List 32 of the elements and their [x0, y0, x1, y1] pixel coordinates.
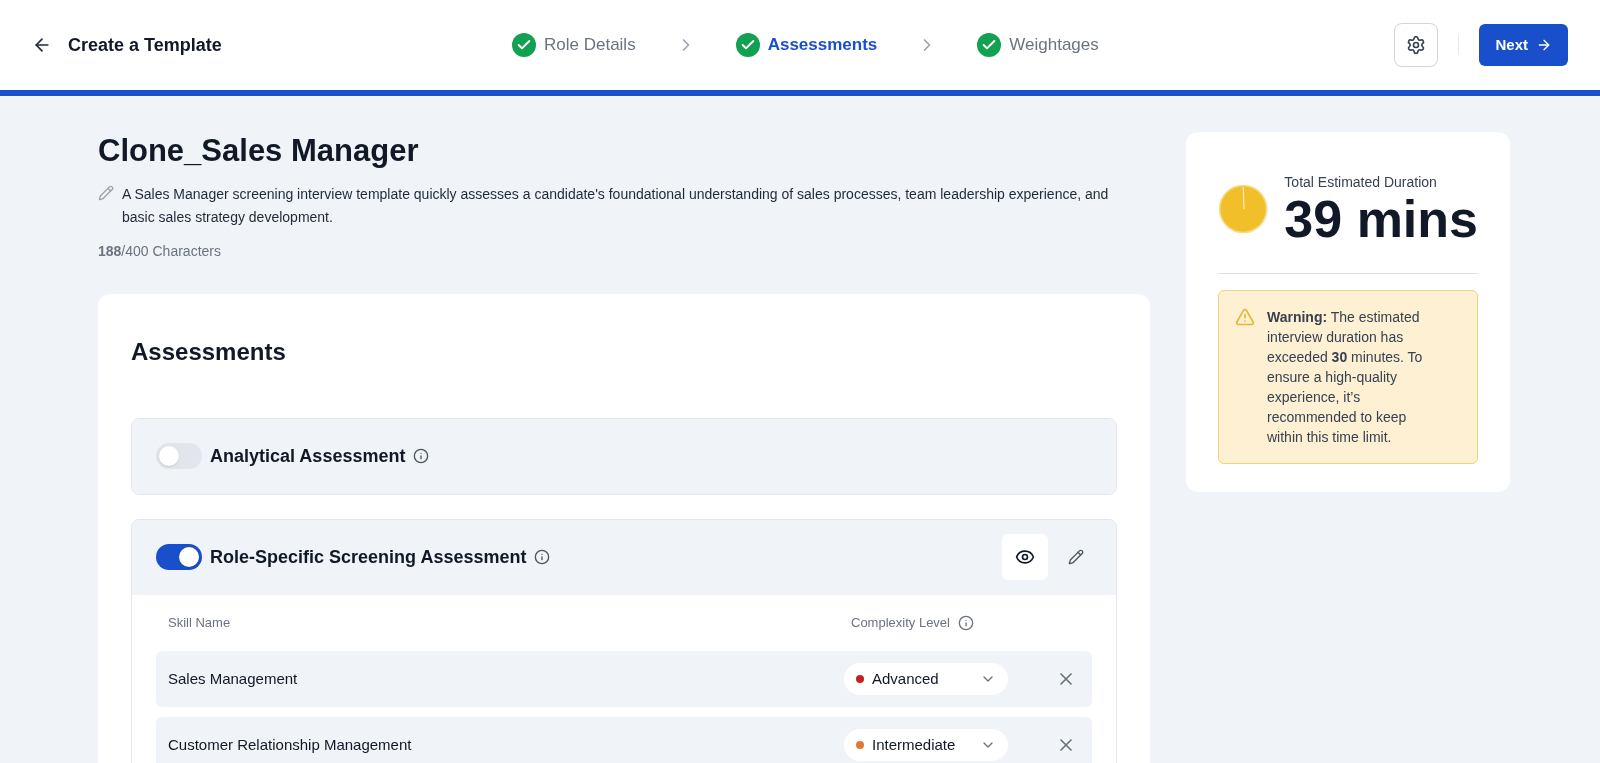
toggle-switch[interactable] [156, 443, 202, 470]
page-title: Create a Template [68, 33, 222, 57]
column-header: Complexity Level [851, 614, 950, 632]
assessment-title: Analytical Assessment [210, 444, 406, 468]
arrow-right-icon [1536, 37, 1552, 53]
section-heading: Assessments [131, 336, 287, 367]
skill-name: Sales Management [168, 668, 299, 689]
edit-icon[interactable] [1068, 549, 1084, 566]
next-button[interactable]: Next [1479, 24, 1568, 66]
complexity-dropdown[interactable]: Advanced [844, 662, 1008, 695]
assessment-title: Role-Specific Screening Assessment [210, 545, 527, 569]
info-icon[interactable] [534, 549, 551, 566]
template-description: A Sales Manager screening interview template quickly assesses a candidate's foundational understanding of sales processes, team leadership experience, and basic sales strategy development. [122, 184, 1110, 227]
template-name: Clone_Sales Manager [98, 132, 420, 170]
character-limit: /400 Characters [121, 242, 221, 259]
skill-name: Customer Relationship Management [168, 734, 413, 755]
toggle-switch[interactable] [156, 544, 202, 571]
column-header: Skill Name [168, 614, 232, 632]
duration-value: 39 mins [1284, 193, 1478, 245]
warning-text: Warning: The estimated interview duration has exceeded 30 minutes. To ensure a high-quality experience, it’s recommended to keep within this time limit. [1267, 308, 1424, 447]
complexity-dropdown[interactable]: Intermediate [844, 728, 1008, 761]
character-count: 188 [98, 242, 122, 259]
settings-icon [1406, 35, 1427, 55]
warning-icon [1235, 307, 1255, 327]
step-tab[interactable]: Role Details [512, 32, 636, 58]
info-icon[interactable] [958, 614, 974, 631]
duration-label: Total Estimated Duration [1284, 173, 1438, 192]
preview-button[interactable] [1002, 534, 1048, 581]
step-tab[interactable]: Weightages [977, 32, 1099, 58]
info-icon[interactable] [413, 448, 430, 465]
settings-button[interactable] [1394, 23, 1439, 67]
step-tab[interactable]: Assessments [735, 32, 878, 58]
